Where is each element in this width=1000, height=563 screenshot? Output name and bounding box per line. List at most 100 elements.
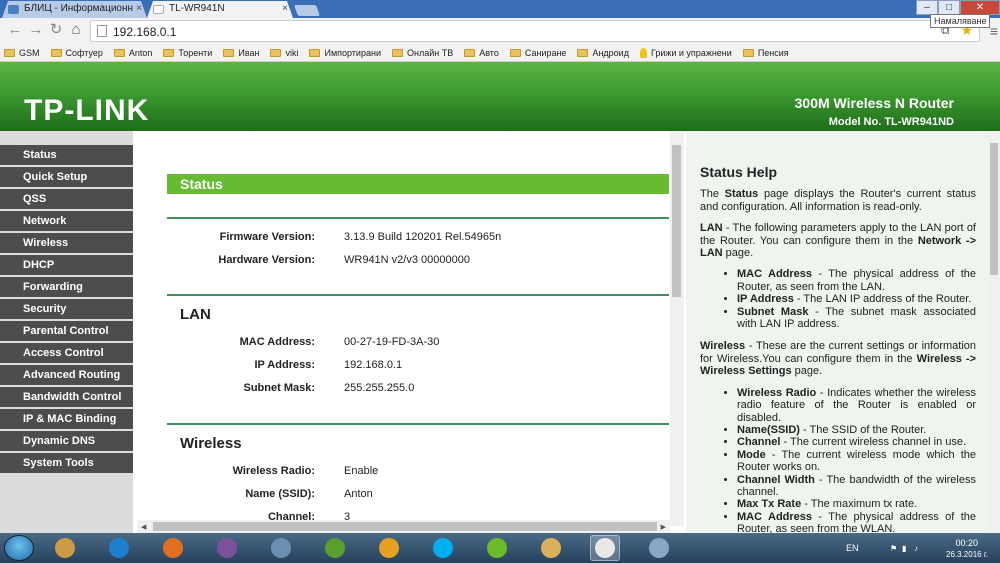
new-tab-button[interactable]	[293, 5, 321, 16]
bookmark-item[interactable]: Anton	[113, 48, 152, 58]
taskbar-firefox-button[interactable]	[158, 535, 188, 561]
menu-item-wireless[interactable]: Wireless	[0, 233, 133, 254]
taskbar-paint-button[interactable]	[644, 535, 674, 561]
clock-time[interactable]: 00:20	[955, 538, 978, 548]
help-desc: - The current wireless channel in use.	[780, 436, 967, 449]
bookmark-item[interactable]: Андроид	[577, 48, 629, 58]
page-icon	[97, 25, 107, 37]
restore-button[interactable]: □	[938, 0, 960, 15]
taskbar-chrome-button[interactable]	[590, 535, 620, 561]
bookmark-item[interactable]: Импортирани	[309, 48, 381, 58]
menu-item-forwarding[interactable]: Forwarding	[0, 277, 133, 298]
taskbar-skype-button[interactable]	[428, 535, 458, 561]
bookmark-item[interactable]: Авто	[464, 48, 499, 58]
menu-item-quick-setup[interactable]: Quick Setup	[0, 167, 133, 188]
help-lan: LAN - The following parameters apply to …	[700, 222, 976, 259]
chrome-menu-icon[interactable]: ≡	[990, 23, 998, 39]
menu-item-qss[interactable]: QSS	[0, 189, 133, 210]
volume-icon[interactable]: ♪	[914, 544, 918, 553]
help-wireless: Wireless - These are the current setting…	[700, 340, 976, 377]
bookmark-item[interactable]: viki	[270, 48, 298, 58]
language-indicator[interactable]: EN	[846, 543, 859, 553]
tab-close-icon[interactable]: ×	[136, 3, 142, 14]
hardware-value: WR941N v2/v3 00000000	[344, 254, 470, 266]
help-item: Max Tx Rate - The maximum tx rate.	[737, 498, 976, 510]
menu-item-system-tools[interactable]: System Tools	[0, 453, 133, 474]
start-button[interactable]	[4, 535, 34, 561]
folder-icon	[113, 48, 125, 57]
menu-item-bandwidth-control[interactable]: Bandwidth Control	[0, 387, 133, 408]
status-content: Status Firmware Version: 3.13.9 Build 12…	[137, 131, 670, 526]
tools-icon	[55, 538, 75, 558]
menu-item-dynamic-dns[interactable]: Dynamic DNS	[0, 431, 133, 452]
folder-icon	[163, 48, 175, 57]
tab-blic[interactable]: БЛИЦ - Информационн ×	[2, 1, 147, 18]
menu-item-access-control[interactable]: Access Control	[0, 343, 133, 364]
network-icon[interactable]: ▮	[902, 544, 906, 553]
taskbar-utorrent-button[interactable]	[320, 535, 350, 561]
clock-date[interactable]: 26.3.2016 г.	[946, 550, 988, 559]
taskbar-viber-button[interactable]	[212, 535, 242, 561]
divider	[167, 423, 669, 425]
text: Wireless	[700, 340, 746, 353]
back-arrow-icon[interactable]: ←	[6, 21, 24, 39]
help-term: Name(SSID)	[737, 423, 800, 436]
forward-arrow-icon[interactable]: →	[27, 21, 45, 39]
menu-item-parental-control[interactable]: Parental Control	[0, 321, 133, 342]
tab-router[interactable]: TL-WR941N ×	[147, 1, 293, 18]
bookmark-item[interactable]: GSM	[4, 48, 40, 58]
router-menu: Status Quick Setup QSS Network Wireless DHCP F…	[0, 131, 133, 533]
utorrent-icon	[325, 538, 345, 558]
taskbar-file-explorer-button[interactable]	[536, 535, 566, 561]
menu-item-dhcp[interactable]: DHCP	[0, 255, 133, 276]
menu-item-ip-mac-binding[interactable]: IP & MAC Binding	[0, 409, 133, 430]
media-player-icon	[379, 538, 399, 558]
help-scrollbar[interactable]	[988, 131, 1000, 533]
content-scrollbar[interactable]	[670, 131, 684, 526]
menu-item-status[interactable]: Status	[0, 145, 133, 166]
lan-mac-label: MAC Address:	[239, 336, 315, 348]
taskbar-internet-explorer-button[interactable]	[104, 535, 134, 561]
bookmark-item[interactable]: Саниране	[509, 48, 566, 58]
taskbar-media-player-button[interactable]	[374, 535, 404, 561]
browser-toolbar: ← → ↻ ⌂ 192.168.0.1 ⧉ ★ ≡	[0, 18, 1000, 44]
folder-icon	[270, 48, 282, 57]
bookmark-item[interactable]: Иван	[223, 48, 259, 58]
tab-strip: БЛИЦ - Информационн × TL-WR941N × – □ ✕	[0, 0, 1000, 18]
content-horizontal-scrollbar[interactable]: ◀ ▶	[137, 520, 670, 533]
bookmark-label: Онлайн ТВ	[406, 47, 454, 58]
internet-explorer-icon	[109, 538, 129, 558]
close-window-button[interactable]: ✕	[960, 0, 1000, 15]
reload-icon[interactable]: ↻	[47, 21, 65, 39]
bookmark-item[interactable]: Софтуер	[50, 48, 103, 58]
home-icon[interactable]: ⌂	[67, 21, 85, 39]
bookmark-item[interactable]: Грижи и упражнени	[639, 47, 732, 58]
bookmark-item[interactable]: Онлайн ТВ	[391, 47, 454, 58]
minimize-button[interactable]: –	[916, 0, 938, 15]
url-text[interactable]: 192.168.0.1	[113, 25, 176, 39]
bookmark-item[interactable]: Пенсия	[742, 48, 789, 58]
favicon-icon	[8, 5, 19, 14]
scroll-thumb[interactable]	[672, 145, 681, 297]
menu-item-network[interactable]: Network	[0, 211, 133, 232]
firefox-icon	[163, 538, 183, 558]
bookmark-item[interactable]: Торенти	[163, 48, 212, 58]
flag-icon[interactable]: ⚑	[890, 544, 897, 553]
divider	[167, 217, 669, 219]
scroll-thumb[interactable]	[153, 522, 657, 531]
scroll-thumb[interactable]	[990, 143, 998, 275]
folder-icon	[509, 48, 521, 57]
scroll-right-icon[interactable]: ▶	[661, 523, 666, 531]
taskbar-tools-button[interactable]	[50, 535, 80, 561]
menu-item-advanced-routing[interactable]: Advanced Routing	[0, 365, 133, 386]
taskbar-network-computer-button[interactable]	[266, 535, 296, 561]
address-bar[interactable]: 192.168.0.1 ⧉ ★	[90, 20, 980, 42]
header-banner: TP-LINK 300M Wireless N Router Model No.…	[0, 62, 1000, 131]
menu-item-security[interactable]: Security	[0, 299, 133, 320]
help-item: MAC Address - The physical address of th…	[737, 268, 976, 293]
wireless-radio-value: Enable	[344, 465, 379, 477]
scroll-left-icon[interactable]: ◀	[141, 523, 146, 531]
taskbar-bluestacks-button[interactable]	[482, 535, 512, 561]
tab-close-icon[interactable]: ×	[282, 3, 288, 14]
help-item: Channel - The current wireless channel i…	[737, 436, 976, 448]
